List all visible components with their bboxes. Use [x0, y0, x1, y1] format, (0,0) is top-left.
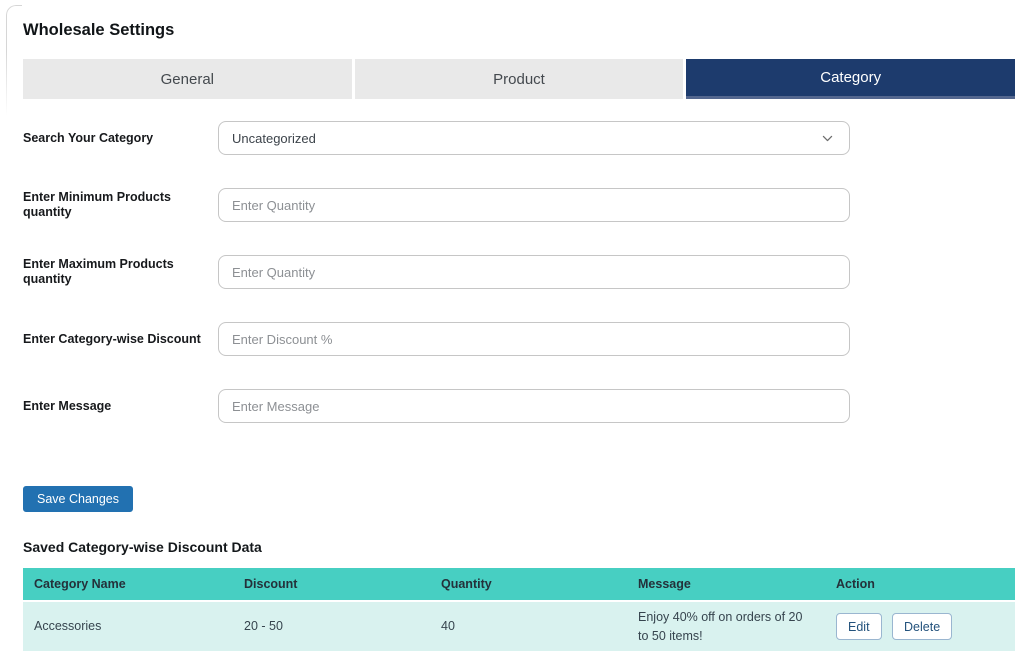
table-row: Accessories 20 - 50 40 Enjoy 40% off on … — [23, 601, 1015, 651]
cell-message: Enjoy 40% off on orders of 20 to 50 item… — [627, 601, 825, 651]
discount-input[interactable] — [218, 322, 850, 356]
column-header-category: Category Name — [23, 568, 233, 601]
discount-table: Category Name Discount Quantity Message … — [23, 568, 1015, 651]
min-quantity-label: Enter Minimum Products quantity — [23, 190, 218, 220]
tab-general[interactable]: General — [23, 59, 352, 99]
table-header-row: Category Name Discount Quantity Message … — [23, 568, 1015, 601]
cell-discount: 20 - 50 — [233, 601, 430, 651]
column-header-quantity: Quantity — [430, 568, 627, 601]
tab-bar: General Product Category — [23, 59, 1015, 99]
form-row-category: Search Your Category Uncategorized — [23, 121, 1015, 155]
saved-data-title: Saved Category-wise Discount Data — [23, 539, 1015, 555]
form-row-max-quantity: Enter Maximum Products quantity — [23, 255, 1015, 289]
chevron-down-icon — [821, 132, 834, 145]
form-row-message: Enter Message — [23, 389, 1015, 423]
wholesale-settings-page: Wholesale Settings General Product Categ… — [0, 0, 1024, 651]
save-changes-button[interactable]: Save Changes — [23, 486, 133, 512]
category-settings-form: Search Your Category Uncategorized Enter… — [23, 121, 1015, 512]
column-header-action: Action — [825, 568, 1015, 601]
category-select-value: Uncategorized — [232, 131, 316, 146]
min-quantity-input[interactable] — [218, 188, 850, 222]
discount-label: Enter Category-wise Discount — [23, 332, 218, 347]
delete-button[interactable]: Delete — [892, 613, 952, 640]
category-select-label: Search Your Category — [23, 131, 218, 146]
cell-category-name: Accessories — [23, 601, 233, 651]
form-row-discount: Enter Category-wise Discount — [23, 322, 1015, 356]
form-row-min-quantity: Enter Minimum Products quantity — [23, 188, 1015, 222]
message-label: Enter Message — [23, 399, 218, 414]
page-title: Wholesale Settings — [23, 21, 1015, 40]
max-quantity-label: Enter Maximum Products quantity — [23, 257, 218, 287]
cell-action: Edit Delete — [825, 601, 1015, 651]
category-select[interactable]: Uncategorized — [218, 121, 850, 155]
tab-category[interactable]: Category — [686, 59, 1015, 99]
message-input[interactable] — [218, 389, 850, 423]
column-header-discount: Discount — [233, 568, 430, 601]
cell-quantity: 40 — [430, 601, 627, 651]
tab-product[interactable]: Product — [355, 59, 684, 99]
max-quantity-input[interactable] — [218, 255, 850, 289]
column-header-message: Message — [627, 568, 825, 601]
edit-button[interactable]: Edit — [836, 613, 882, 640]
